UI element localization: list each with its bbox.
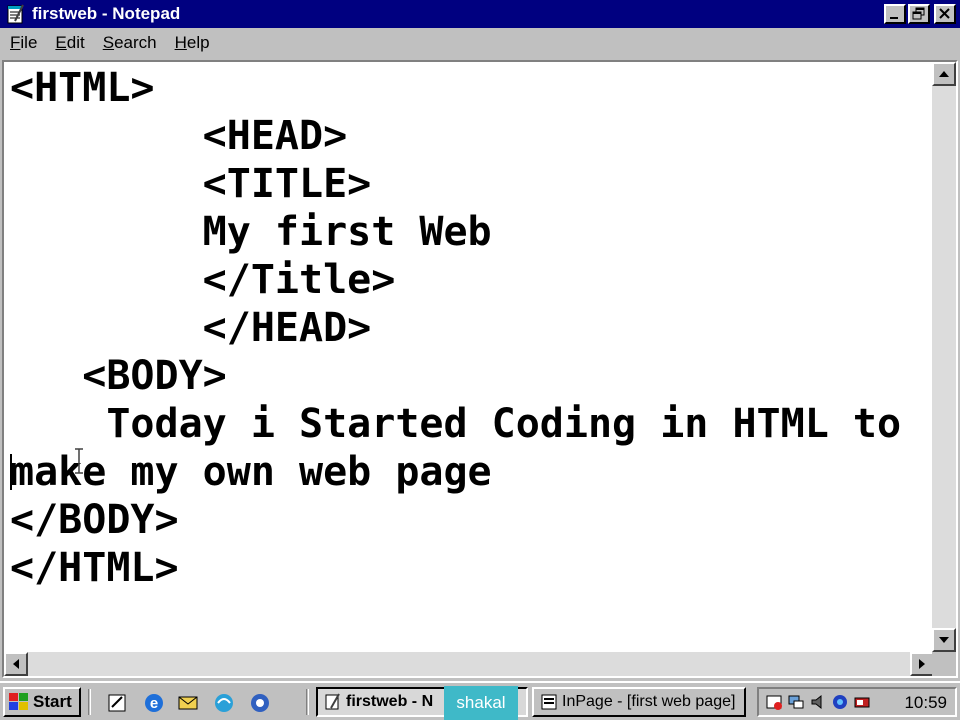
notepad-window: firstweb - Notepad File Edit Search Help… [0, 0, 960, 680]
quicklaunch-desktop-icon[interactable] [106, 691, 130, 715]
system-tray: 10:59 [757, 687, 957, 717]
menu-file[interactable]: File [2, 33, 45, 53]
code-line: </HTML> [10, 545, 179, 591]
menu-bar: File Edit Search Help [0, 28, 960, 58]
text-area[interactable]: <HTML> <HEAD> <TITLE> My first Web </Tit… [4, 62, 934, 652]
code-line: <BODY> [10, 353, 227, 399]
notepad-icon [324, 693, 342, 711]
code-line: </Title> [10, 257, 396, 303]
channels-icon[interactable] [212, 691, 236, 715]
svg-text:e: e [150, 695, 158, 712]
code-line: <TITLE> [10, 161, 372, 207]
volume-icon[interactable] [809, 693, 827, 711]
menu-help[interactable]: Help [167, 33, 218, 53]
inpage-icon [540, 693, 558, 711]
taskbar-separator [88, 689, 91, 715]
vertical-scrollbar[interactable] [932, 62, 956, 652]
scroll-down-button[interactable] [932, 628, 956, 652]
scroll-up-button[interactable] [932, 62, 956, 86]
network-icon[interactable] [787, 693, 805, 711]
display-settings-icon[interactable] [831, 693, 849, 711]
task-label: firstweb - N [346, 693, 434, 710]
title-bar[interactable]: firstweb - Notepad [0, 0, 960, 28]
notepad-icon[interactable] [5, 3, 27, 25]
watermark-badge: shakal [444, 686, 518, 720]
clock[interactable]: 10:59 [904, 693, 947, 713]
editor-frame: <HTML> <HEAD> <TITLE> My first Web </Tit… [2, 60, 958, 678]
media-player-icon[interactable] [248, 691, 272, 715]
task-label: InPage - [first web page] [562, 693, 736, 710]
code-line: </HEAD> [10, 305, 372, 351]
task-scheduler-icon[interactable] [853, 693, 871, 711]
windows-logo-icon [9, 693, 29, 711]
menu-search[interactable]: Search [95, 33, 165, 53]
code-line: Today i Started Coding in HTML to [10, 401, 902, 447]
start-label: Start [33, 692, 72, 711]
ibeam-cursor-icon [74, 448, 84, 474]
horizontal-scrollbar[interactable] [4, 652, 934, 676]
start-button[interactable]: Start [3, 687, 81, 717]
text-caret [10, 454, 12, 490]
code-line: My first Web [10, 209, 492, 255]
internet-explorer-icon[interactable]: e [142, 691, 166, 715]
task-inpage[interactable]: InPage - [first web page] [532, 687, 746, 717]
code-line: <HEAD> [10, 113, 348, 159]
scheduler-icon[interactable] [765, 693, 783, 711]
scroll-right-button[interactable] [910, 652, 934, 676]
outlook-express-icon[interactable] [176, 691, 200, 715]
code-line: </BODY> [10, 497, 179, 543]
menu-edit[interactable]: Edit [47, 33, 92, 53]
code-line: <HTML> [10, 65, 155, 111]
scrollbar-corner [932, 652, 956, 676]
close-button[interactable] [934, 4, 956, 24]
taskbar-separator [306, 689, 309, 715]
restore-button[interactable] [908, 4, 930, 24]
minimize-button[interactable] [884, 4, 906, 24]
window-title: firstweb - Notepad [32, 4, 181, 23]
scroll-left-button[interactable] [4, 652, 28, 676]
